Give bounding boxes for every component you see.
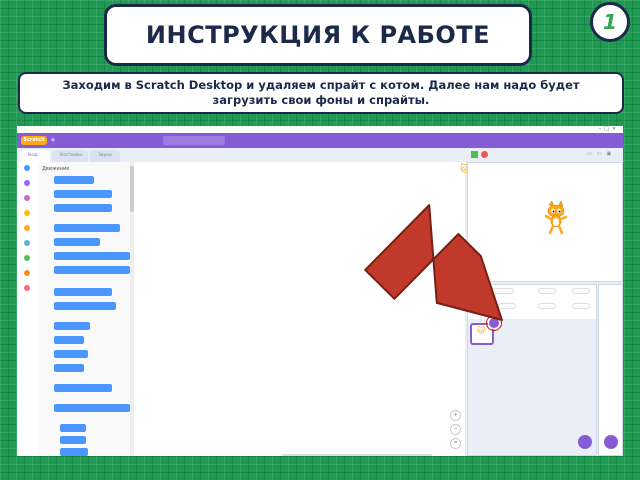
red-arrow-icon — [364, 204, 503, 321]
